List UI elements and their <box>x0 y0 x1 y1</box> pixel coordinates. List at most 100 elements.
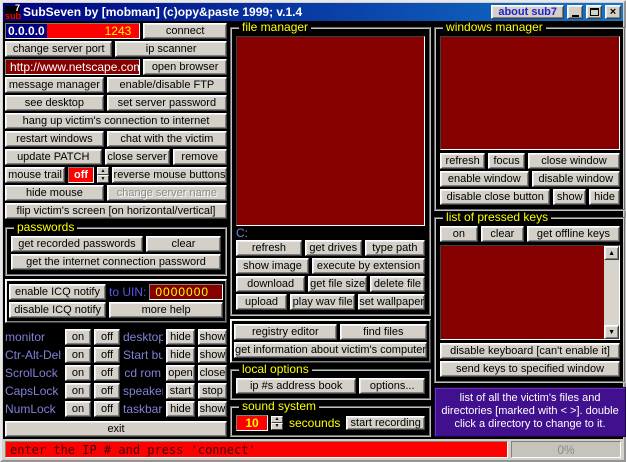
spinner-down-icon[interactable]: ▼ <box>97 175 109 183</box>
delete-file-button[interactable]: delete file <box>370 276 425 292</box>
ctrl-alt-del-on-button[interactable]: on <box>65 347 91 363</box>
disable-window-button[interactable]: disable window <box>532 171 621 187</box>
ip-scanner-button[interactable]: ip scanner <box>115 41 227 57</box>
scrollock-off-button[interactable]: off <box>94 365 120 381</box>
uin-input[interactable]: 0000000 <box>149 284 223 300</box>
fm-refresh-button[interactable]: refresh <box>236 240 302 256</box>
cd-rom-open-button[interactable]: open <box>166 365 195 381</box>
speaker-start-button[interactable]: start <box>166 383 195 399</box>
ip-address-book-button[interactable]: ip #s address book <box>236 378 356 394</box>
maximize-icon[interactable] <box>586 5 602 19</box>
get-internet-password-button[interactable]: get the internet connection password <box>11 254 221 270</box>
open-browser-button[interactable]: open browser <box>143 59 227 75</box>
update-patch-button[interactable]: update PATCH <box>5 149 102 165</box>
scrollock-on-button[interactable]: on <box>65 365 91 381</box>
hide-mouse-button[interactable]: hide mouse <box>5 185 104 201</box>
speaker-stop-button[interactable]: stop <box>198 383 227 399</box>
wm-refresh-button[interactable]: refresh <box>440 153 485 169</box>
start-button-show-button[interactable]: show <box>198 347 227 363</box>
ctrl-alt-del-label: Ctr-Alt-Del <box>5 347 62 363</box>
monitor-on-button[interactable]: on <box>65 329 91 345</box>
get-recorded-passwords-button[interactable]: get recorded passwords <box>11 236 143 252</box>
numlock-on-button[interactable]: on <box>65 401 91 417</box>
disable-close-button-button[interactable]: disable close button <box>440 189 550 205</box>
keys-on-button[interactable]: on <box>440 226 478 242</box>
enable-disable-ftp-button[interactable]: enable/disable FTP <box>107 77 227 93</box>
url-input[interactable]: http://www.netscape.com <box>5 59 140 75</box>
more-help-button[interactable]: more help <box>109 302 223 318</box>
ip-input[interactable]: 0.0.0.0 1243 <box>5 23 140 39</box>
get-file-size-button[interactable]: get file size <box>308 276 367 292</box>
exit-button[interactable]: exit <box>5 421 227 437</box>
mouse-trail-value[interactable]: off <box>68 167 94 183</box>
start-button-hide-button[interactable]: hide <box>166 347 195 363</box>
keylog-scrollbar[interactable]: ▲ ▼ <box>604 246 619 339</box>
upload-button[interactable]: upload <box>236 294 287 310</box>
registry-editor-button[interactable]: registry editor <box>234 324 337 340</box>
focus-button[interactable]: focus <box>488 153 525 169</box>
download-button[interactable]: download <box>236 276 305 292</box>
file-list-help-text: list of all the victim's files and direc… <box>434 387 626 437</box>
disable-icq-notify-button[interactable]: disable ICQ notify <box>9 302 106 318</box>
file-list[interactable] <box>236 36 425 226</box>
desktop-show-button[interactable]: show <box>198 329 227 345</box>
about-sub7-button[interactable]: about sub7 <box>491 5 564 19</box>
ctrl-alt-del-off-button[interactable]: off <box>94 347 120 363</box>
see-desktop-button[interactable]: see desktop <box>5 95 104 111</box>
keys-clear-button[interactable]: clear <box>481 226 524 242</box>
mouse-trail-button[interactable]: mouse trail <box>5 167 65 183</box>
wm-hide-button[interactable]: hide <box>589 189 620 205</box>
close-window-button[interactable]: close window <box>528 153 620 169</box>
keylog-text[interactable] <box>441 246 604 339</box>
scroll-track[interactable] <box>604 260 619 325</box>
spinner-up-icon[interactable]: ▲ <box>97 167 109 175</box>
hang-up-button[interactable]: hang up victim's connection to internet <box>5 113 227 129</box>
taskbar-show-button[interactable]: show <box>198 401 227 417</box>
type-path-button[interactable]: type path <box>365 240 425 256</box>
set-wallpaper-button[interactable]: set wallpaper <box>358 294 425 310</box>
chat-with-victim-button[interactable]: chat with the victim <box>107 131 227 147</box>
app-icon-sub: sub <box>5 11 21 21</box>
uin-value: 0000000 <box>150 285 209 299</box>
monitor-off-button[interactable]: off <box>94 329 120 345</box>
start-recording-button[interactable]: start recording <box>346 416 425 430</box>
numlock-off-button[interactable]: off <box>94 401 120 417</box>
restart-windows-button[interactable]: restart windows <box>5 131 104 147</box>
change-server-port-button[interactable]: change server port <box>5 41 112 57</box>
windows-list[interactable] <box>440 36 620 150</box>
get-drives-button[interactable]: get drives <box>305 240 362 256</box>
capslock-off-button[interactable]: off <box>94 383 120 399</box>
seconds-spinner-down-icon[interactable]: ▼ <box>271 423 283 430</box>
send-keys-button[interactable]: send keys to specified window <box>440 361 620 377</box>
find-files-button[interactable]: find files <box>340 324 427 340</box>
taskbar-hide-button[interactable]: hide <box>166 401 195 417</box>
minimize-icon[interactable] <box>567 5 583 19</box>
close-server-button[interactable]: close server <box>105 149 170 165</box>
seconds-spinner-up-icon[interactable]: ▲ <box>271 416 283 423</box>
play-wav-file-button[interactable]: play wav file <box>290 294 355 310</box>
show-image-button[interactable]: show image <box>236 258 309 274</box>
clear-passwords-button[interactable]: clear <box>146 236 221 252</box>
remove-button[interactable]: remove <box>173 149 228 165</box>
set-server-password-button[interactable]: set server password <box>107 95 227 111</box>
wm-show-button[interactable]: show <box>553 189 586 205</box>
flip-screen-button[interactable]: flip victim's screen [on horizontal/vert… <box>5 203 227 219</box>
disable-keyboard-button[interactable]: disable keyboard [can't enable it] <box>440 343 620 359</box>
cd-rom-close-button[interactable]: close <box>198 365 227 381</box>
get-info-button[interactable]: get information about victim's computer <box>234 342 427 358</box>
get-offline-keys-button[interactable]: get offline keys <box>527 226 620 242</box>
seconds-input[interactable]: 10 <box>236 415 268 431</box>
message-manager-button[interactable]: message manager <box>5 77 104 93</box>
enable-icq-notify-button[interactable]: enable ICQ notify <box>9 284 106 300</box>
desktop-hide-button[interactable]: hide <box>166 329 195 345</box>
scroll-down-icon[interactable]: ▼ <box>604 325 619 339</box>
options-button[interactable]: options... <box>359 378 425 394</box>
reverse-mouse-buttons-button[interactable]: reverse mouse buttons <box>112 167 227 183</box>
capslock-on-button[interactable]: on <box>65 383 91 399</box>
close-icon[interactable]: × <box>605 5 621 19</box>
progress-bar: 0% <box>511 441 621 458</box>
execute-by-extension-button[interactable]: execute by extension <box>312 258 425 274</box>
connect-button[interactable]: connect <box>143 23 227 39</box>
scroll-up-icon[interactable]: ▲ <box>604 246 619 260</box>
enable-window-button[interactable]: enable window <box>440 171 529 187</box>
